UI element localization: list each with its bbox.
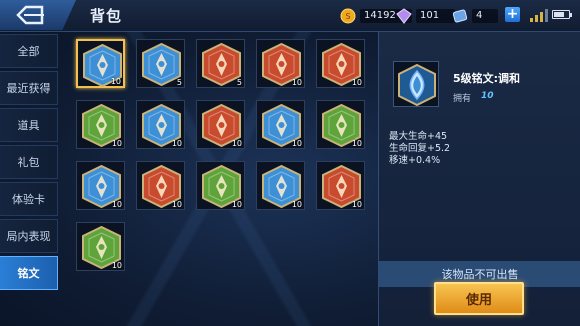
inventory-slot[interactable]: 10 xyxy=(256,39,305,88)
slot-count: 10 xyxy=(111,139,122,148)
selected-item-icon xyxy=(393,61,439,107)
category-sidebar: 全部 最近获得 道具 礼包 体验卡 局内表现 铭文 xyxy=(0,34,60,326)
slot-count: 10 xyxy=(111,200,122,209)
signal-icon xyxy=(530,9,548,22)
slot-count: 10 xyxy=(291,200,302,209)
slot-count: 10 xyxy=(351,200,362,209)
inventory-slot[interactable]: 10 xyxy=(256,100,305,149)
slot-count: 10 xyxy=(171,139,182,148)
sidebar-item-props[interactable]: 道具 xyxy=(0,108,58,142)
slot-count: 10 xyxy=(291,78,302,87)
inventory-slot[interactable]: 5 xyxy=(196,39,245,88)
inventory-slot[interactable]: 10 xyxy=(76,39,125,88)
slot-count: 10 xyxy=(291,139,302,148)
inscription-icon xyxy=(142,43,181,86)
slot-count: 5 xyxy=(236,78,242,87)
inventory-slot[interactable]: 10 xyxy=(136,161,185,210)
gold-value: 14192 xyxy=(364,10,396,21)
inventory-slot[interactable]: 10 xyxy=(316,161,365,210)
inventory-slot[interactable]: 10 xyxy=(316,39,365,88)
gold-coin-icon: S xyxy=(340,8,356,23)
use-button[interactable]: 使用 xyxy=(434,282,524,315)
coupon-value: 4 xyxy=(476,10,483,21)
inventory-grid: 10 5 5 10 10 10 10 10 10 10 10 10 10 10 10 10 xyxy=(76,39,376,271)
inventory-slot[interactable]: 5 xyxy=(136,39,185,88)
inventory-slot[interactable]: 10 xyxy=(316,100,365,149)
slot-count: 10 xyxy=(351,139,362,148)
owned-quantity: 10 xyxy=(481,91,494,101)
inventory-slot[interactable]: 10 xyxy=(76,222,125,271)
item-name: 5级铭文:调和 xyxy=(453,72,521,85)
diamond-counter: 101 xyxy=(396,7,456,24)
back-arrow-icon xyxy=(16,5,44,25)
stat-line: 最大生命+45 xyxy=(389,131,448,142)
stat-line: 生命回复+5.2 xyxy=(389,143,451,154)
inventory-slot[interactable]: 10 xyxy=(196,100,245,149)
owned-row: 拥有 10 xyxy=(453,91,494,104)
inventory-slot[interactable]: 10 xyxy=(136,100,185,149)
item-stats: 最大生命+45 生命回复+5.2 移速+0.4% xyxy=(389,131,450,167)
sidebar-item-recent[interactable]: 最近获得 xyxy=(0,71,58,105)
slot-count: 10 xyxy=(231,139,242,148)
svg-text:S: S xyxy=(345,12,350,21)
slot-count: 10 xyxy=(111,261,122,270)
sidebar-item-match-performance[interactable]: 局内表现 xyxy=(0,219,58,253)
diamond-icon xyxy=(396,7,412,24)
slot-count: 10 xyxy=(110,77,121,86)
owned-label: 拥有 xyxy=(453,94,472,104)
inscription-icon xyxy=(202,43,241,86)
slot-count: 10 xyxy=(171,200,182,209)
slot-count: 10 xyxy=(231,200,242,209)
coupon-counter: 4 xyxy=(452,7,499,24)
top-bar: 背包 S 14192 101 4 + xyxy=(0,0,580,32)
page-title: 背包 xyxy=(90,7,123,25)
inventory-slot[interactable]: 10 xyxy=(256,161,305,210)
stat-line: 移速+0.4% xyxy=(389,155,441,166)
back-button[interactable] xyxy=(0,0,76,30)
add-currency-button[interactable]: + xyxy=(505,7,520,22)
sidebar-item-inscriptions[interactable]: 铭文 xyxy=(0,256,58,290)
slot-count: 10 xyxy=(351,78,362,87)
sidebar-item-trial-card[interactable]: 体验卡 xyxy=(0,182,58,216)
slot-count: 5 xyxy=(176,78,182,87)
inventory-slot[interactable]: 10 xyxy=(76,100,125,149)
inventory-slot[interactable]: 10 xyxy=(196,161,245,210)
inscription-icon xyxy=(398,63,436,107)
inventory-slot[interactable]: 10 xyxy=(76,161,125,210)
sidebar-item-all[interactable]: 全部 xyxy=(0,34,58,68)
battery-icon xyxy=(552,10,572,19)
diamond-value: 101 xyxy=(420,10,440,21)
coupon-icon xyxy=(452,9,468,22)
item-detail-panel: 5级铭文:调和 拥有 10 最大生命+45 生命回复+5.2 移速+0.4% 该… xyxy=(378,32,580,326)
sidebar-item-gift-pack[interactable]: 礼包 xyxy=(0,145,58,179)
